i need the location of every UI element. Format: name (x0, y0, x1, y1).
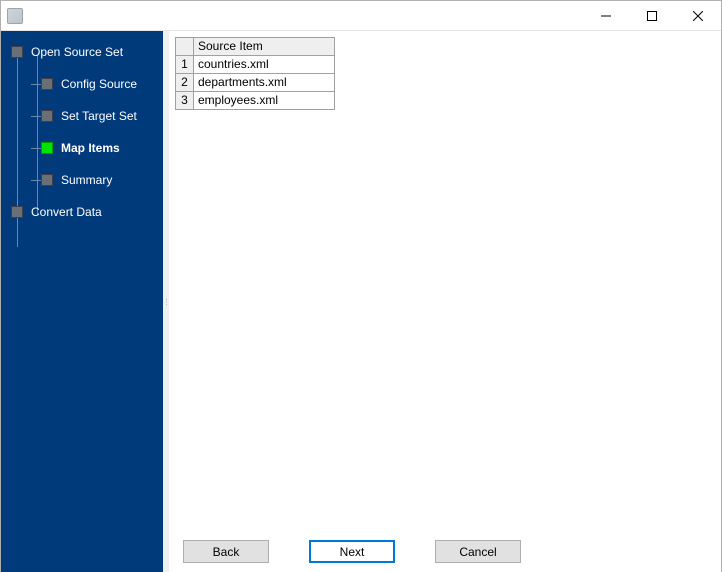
button-bar: Back Next Cancel (169, 530, 721, 572)
maximize-button[interactable] (629, 1, 675, 31)
table-row[interactable]: 2departments.xml (176, 74, 335, 92)
row-header[interactable]: 2 (176, 74, 194, 92)
wizard-sidebar: Open Source Set Config Source Set Target S… (1, 31, 163, 572)
wizard-step-map-items[interactable]: Map Items (1, 137, 163, 159)
table-row[interactable]: 1countries.xml (176, 56, 335, 74)
splitter-grip-icon: ··· (164, 298, 168, 306)
minimize-button[interactable] (583, 1, 629, 31)
wizard-step-convert-data[interactable]: Convert Data (1, 201, 163, 223)
wizard-step-label: Map Items (61, 141, 120, 155)
wizard-step-label: Summary (61, 173, 112, 187)
wizard-step-open-source-set[interactable]: Open Source Set (1, 41, 163, 63)
source-item-cell[interactable]: departments.xml (194, 74, 335, 92)
table-row[interactable]: 3employees.xml (176, 92, 335, 110)
wizard-step-label: Set Target Set (61, 109, 137, 123)
wizard-step-label: Config Source (61, 77, 137, 91)
wizard-step-label: Open Source Set (31, 45, 123, 59)
work-area: Source Item 1countries.xml2departments.x… (169, 31, 721, 530)
step-marker-icon (11, 46, 23, 58)
wizard-step-summary[interactable]: Summary (1, 169, 163, 191)
wizard-step-set-target-set[interactable]: Set Target Set (1, 105, 163, 127)
source-item-cell[interactable]: countries.xml (194, 56, 335, 74)
next-button[interactable]: Next (309, 540, 395, 563)
cancel-button[interactable]: Cancel (435, 540, 521, 563)
app-icon (7, 8, 23, 24)
step-marker-active-icon (41, 142, 53, 154)
source-items-grid[interactable]: Source Item 1countries.xml2departments.x… (175, 37, 335, 110)
titlebar (1, 1, 721, 31)
grid-corner[interactable] (176, 38, 194, 56)
wizard-step-config-source[interactable]: Config Source (1, 73, 163, 95)
source-item-cell[interactable]: employees.xml (194, 92, 335, 110)
step-marker-icon (41, 174, 53, 186)
grid-column-header[interactable]: Source Item (194, 38, 335, 56)
wizard-step-label: Convert Data (31, 205, 102, 219)
back-button[interactable]: Back (183, 540, 269, 563)
step-marker-icon (41, 110, 53, 122)
row-header[interactable]: 1 (176, 56, 194, 74)
close-button[interactable] (675, 1, 721, 31)
row-header[interactable]: 3 (176, 92, 194, 110)
step-marker-icon (11, 206, 23, 218)
step-marker-icon (41, 78, 53, 90)
